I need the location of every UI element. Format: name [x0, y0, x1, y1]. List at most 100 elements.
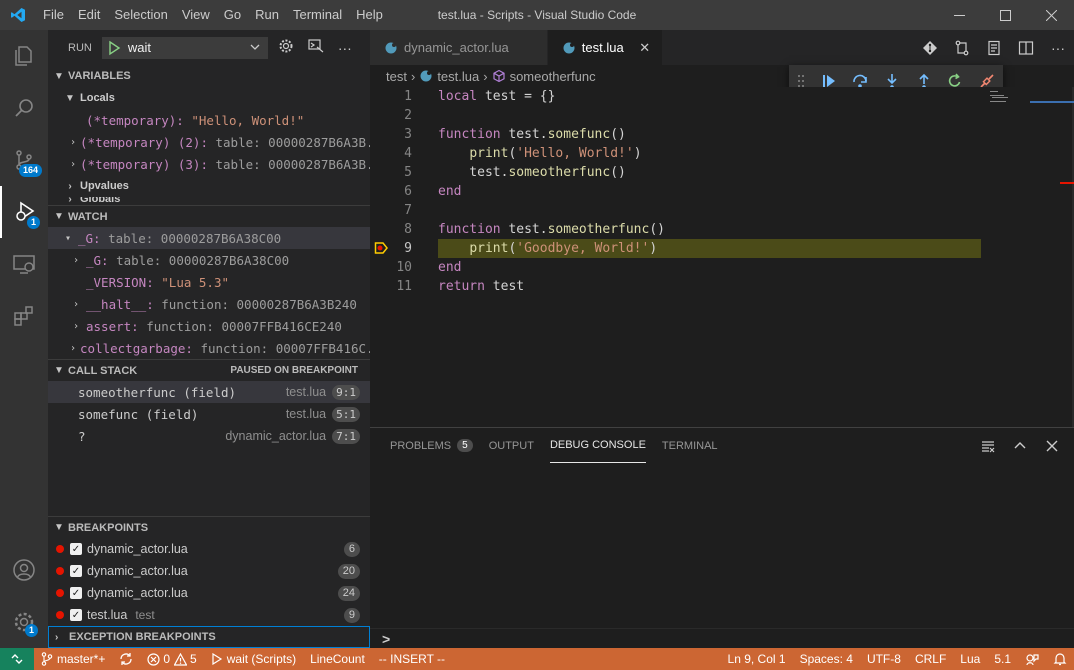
breakpoint-checkbox[interactable]: ✓ — [70, 543, 82, 555]
code-line[interactable]: 3 function test.somefunc() — [370, 125, 1074, 144]
line-count[interactable]: LineCount — [303, 648, 372, 670]
tab-test-lua[interactable]: test.lua ✕ — [547, 30, 663, 65]
callstack-header[interactable]: ▼ CALL STACK PAUSED ON BREAKPOINT — [48, 359, 370, 381]
maximize-button[interactable] — [982, 0, 1028, 30]
watch-header[interactable]: ▼ WATCH — [48, 205, 370, 227]
more-actions-icon[interactable]: ··· — [338, 40, 352, 56]
encoding[interactable]: UTF-8 — [860, 648, 908, 670]
launch-config-select[interactable]: wait — [101, 36, 268, 59]
breadcrumb-folder[interactable]: test — [386, 69, 407, 84]
line-number[interactable]: 10 — [370, 260, 412, 275]
close-panel-icon[interactable] — [1036, 428, 1068, 463]
code-line[interactable]: 8 function test.someotherfunc() — [370, 220, 1074, 239]
breadcrumb-file[interactable]: test.lua — [437, 69, 479, 84]
close-window-button[interactable] — [1028, 0, 1074, 30]
accounts-icon[interactable] — [0, 544, 48, 596]
tab-output[interactable]: OUTPUT — [489, 428, 534, 463]
debug-session[interactable]: wait (Scripts) — [204, 648, 303, 670]
menu-run[interactable]: Run — [248, 0, 286, 30]
menu-selection[interactable]: Selection — [107, 0, 174, 30]
run-debug-icon[interactable]: 1 — [0, 186, 48, 238]
line-number[interactable]: 5 — [370, 165, 412, 180]
line-number[interactable]: 7 — [370, 203, 412, 218]
explorer-icon[interactable] — [0, 30, 48, 82]
line-number[interactable]: 2 — [370, 108, 412, 123]
upvalues-scope[interactable]: › Upvalues — [48, 175, 370, 197]
feedback-icon[interactable] — [1018, 648, 1046, 670]
manage-gear-icon[interactable]: 1 — [0, 596, 48, 648]
code-line[interactable]: 9 print('Goodbye, World!') — [370, 239, 1074, 258]
globals-scope[interactable]: › Globals — [48, 197, 370, 205]
remote-explorer-icon[interactable] — [0, 238, 48, 290]
open-preview-icon[interactable] — [978, 30, 1010, 65]
tab-problems[interactable]: PROBLEMS 5 — [390, 428, 473, 463]
line-number[interactable]: 4 — [370, 146, 412, 161]
stack-frame[interactable]: somefunc (field) test.lua 5:1 — [48, 403, 370, 425]
variable-row[interactable]: (*temporary): "Hello, World!" — [48, 109, 370, 131]
watch-row[interactable]: › __halt__: function: 00000287B6A3B240 — [48, 293, 370, 315]
search-icon[interactable] — [0, 82, 48, 134]
end-of-line[interactable]: CRLF — [908, 648, 953, 670]
code-line[interactable]: 5 test.someotherfunc() — [370, 163, 1074, 182]
menu-help[interactable]: Help — [349, 0, 390, 30]
source-control-icon[interactable]: 164 — [0, 134, 48, 186]
breakpoint-item[interactable]: ✓ test.lua test 9 — [48, 604, 370, 626]
line-number[interactable]: 6 — [370, 184, 412, 199]
tab-terminal[interactable]: TERMINAL — [662, 428, 718, 463]
menu-edit[interactable]: Edit — [71, 0, 107, 30]
code-line[interactable]: 10 end — [370, 258, 1074, 277]
start-debugging-icon[interactable] — [106, 40, 122, 56]
menu-go[interactable]: Go — [217, 0, 248, 30]
breakpoint-item[interactable]: ✓ dynamic_actor.lua 20 — [48, 560, 370, 582]
watch-row[interactable]: › _G: table: 00000287B6A38C00 — [48, 249, 370, 271]
maximize-panel-icon[interactable] — [1004, 428, 1036, 463]
stack-frame[interactable]: ? dynamic_actor.lua 7:1 — [48, 425, 370, 447]
line-number[interactable]: 1 — [370, 89, 412, 104]
variable-row[interactable]: ›(*temporary) (3): table: 00000287B6A3B.… — [48, 153, 370, 175]
close-tab-icon[interactable]: ✕ — [638, 40, 652, 56]
debug-console-toggle-icon[interactable] — [308, 38, 324, 57]
remote-indicator-icon[interactable] — [0, 648, 34, 670]
split-editor-icon[interactable] — [1010, 30, 1042, 65]
line-number[interactable]: 11 — [370, 279, 412, 294]
code-line[interactable]: 7 — [370, 201, 1074, 220]
breakpoint-item[interactable]: ✓ dynamic_actor.lua 24 — [48, 582, 370, 604]
gear-icon[interactable] — [278, 38, 294, 57]
open-changes-icon[interactable] — [946, 30, 978, 65]
code-line[interactable]: 11 return test — [370, 277, 1074, 296]
sync-icon[interactable] — [112, 648, 140, 670]
extensions-icon[interactable] — [0, 290, 48, 342]
exception-breakpoints-header[interactable]: › EXCEPTION BREAKPOINTS — [48, 626, 370, 648]
notifications-icon[interactable] — [1046, 648, 1074, 670]
debug-console-input[interactable]: > — [370, 628, 1074, 648]
git-compare-icon[interactable] — [914, 30, 946, 65]
problems-status[interactable]: 0 5 — [140, 648, 203, 670]
watch-row[interactable]: › assert: function: 00007FFB416CE240 — [48, 315, 370, 337]
tab-debug-console[interactable]: DEBUG CONSOLE — [549, 428, 646, 463]
variables-header[interactable]: ▼ VARIABLES — [48, 65, 370, 87]
menu-terminal[interactable]: Terminal — [286, 0, 349, 30]
line-number[interactable]: 8 — [370, 222, 412, 237]
locals-scope[interactable]: ▼ Locals — [48, 87, 370, 109]
clear-console-icon[interactable] — [972, 428, 1004, 463]
cursor-position[interactable]: Ln 9, Col 1 — [721, 648, 793, 670]
watch-root-row[interactable]: ▾ _G: table: 00000287B6A38C00 — [48, 227, 370, 249]
git-branch[interactable]: master*+ — [34, 648, 112, 670]
code-line[interactable]: 6 end — [370, 182, 1074, 201]
variable-row[interactable]: ›(*temporary) (2): table: 00000287B6A3B.… — [48, 131, 370, 153]
watch-row[interactable]: › collectgarbage: function: 00007FFB416C.… — [48, 337, 370, 359]
stack-frame[interactable]: someotherfunc (field) test.lua 9:1 — [48, 381, 370, 403]
indentation[interactable]: Spaces: 4 — [793, 648, 860, 670]
line-number[interactable]: 3 — [370, 127, 412, 142]
menu-view[interactable]: View — [175, 0, 217, 30]
breakpoints-header[interactable]: ▼ BREAKPOINTS — [48, 516, 370, 538]
language-mode[interactable]: Lua — [953, 648, 987, 670]
line-number[interactable]: 9 — [370, 241, 412, 256]
watch-row[interactable]: _VERSION: "Lua 5.3" — [48, 271, 370, 293]
code-line[interactable]: 1 local test = {} — [370, 87, 1074, 106]
more-editor-actions-icon[interactable]: ··· — [1042, 30, 1074, 65]
minimize-button[interactable] — [936, 0, 982, 30]
tab-dynamic-actor[interactable]: dynamic_actor.lua — [370, 30, 548, 65]
breakpoint-item[interactable]: ✓ dynamic_actor.lua 6 — [48, 538, 370, 560]
breakpoint-checkbox[interactable]: ✓ — [70, 587, 82, 599]
